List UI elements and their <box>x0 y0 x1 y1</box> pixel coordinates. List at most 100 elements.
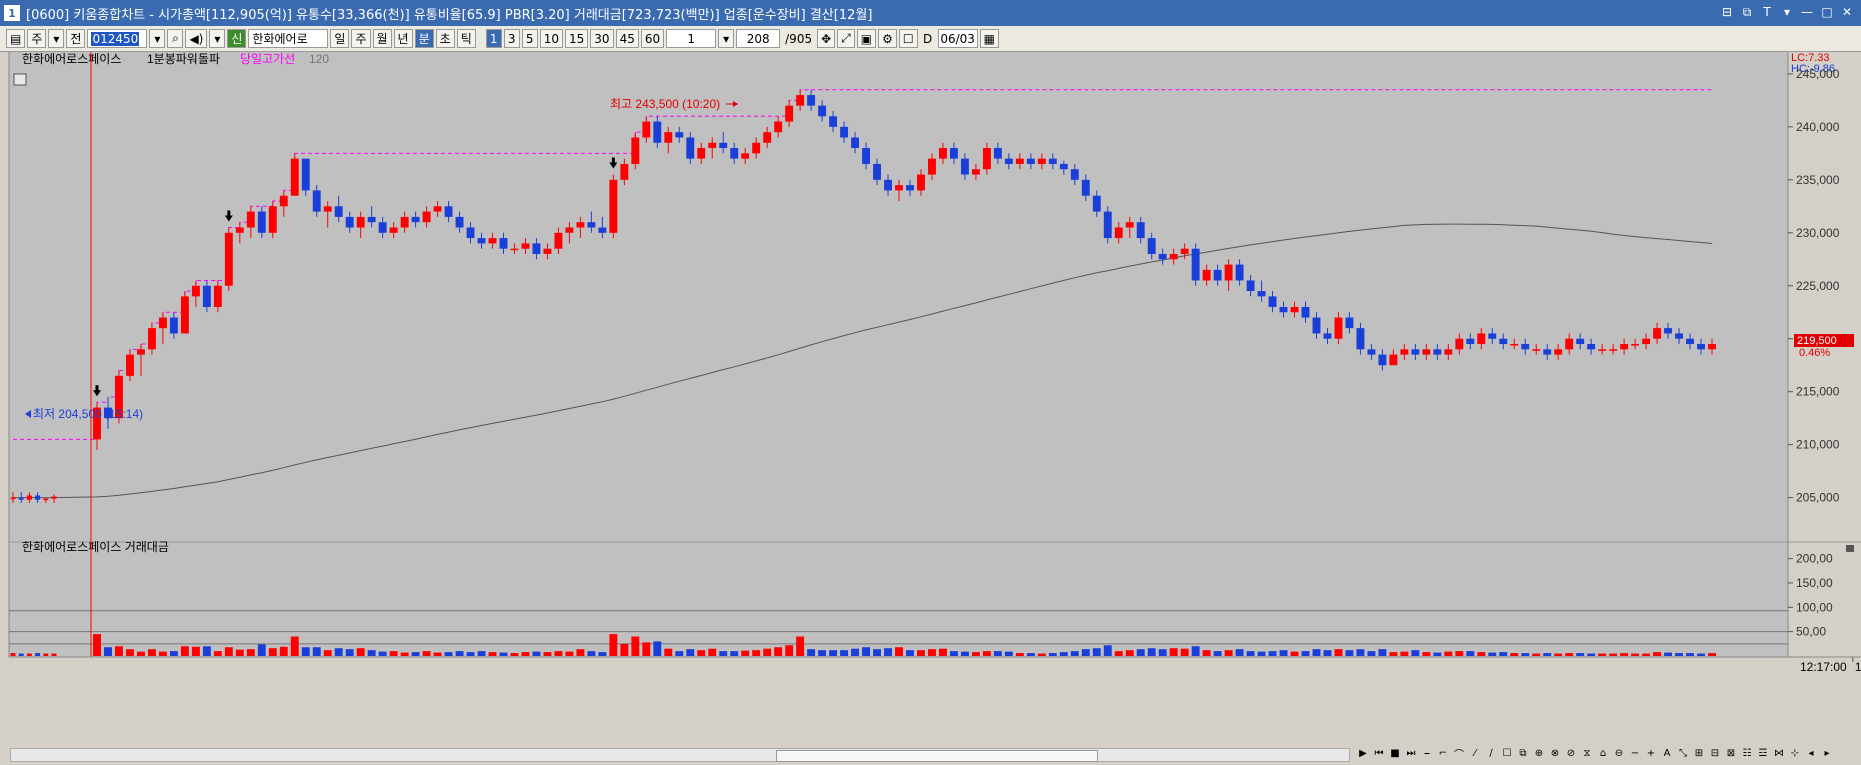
prev-day-candle <box>10 497 16 500</box>
tool-icon[interactable]: ∕ <box>1484 746 1498 761</box>
stock-name-field[interactable]: 한화에어로 <box>248 29 329 48</box>
price-candle <box>411 216 420 223</box>
search-icon[interactable]: ⌕ <box>167 29 184 48</box>
price-volume-bar <box>1213 651 1222 656</box>
interval-3[interactable]: 3 <box>503 29 520 48</box>
interval-10[interactable]: 10 <box>539 29 564 48</box>
price-volume-bar <box>1048 653 1057 656</box>
tool-icon[interactable]: ⊹ <box>1788 746 1802 761</box>
period-select[interactable]: 주 <box>27 29 47 48</box>
stock-code-input[interactable]: 012450 <box>87 29 148 48</box>
layout-icon[interactable]: ⊟ <box>1719 4 1735 20</box>
tool-icon[interactable]: ⊠ <box>1724 746 1738 761</box>
price-volume-bar <box>115 646 123 656</box>
tool-icon[interactable]: ⊘ <box>1564 746 1578 761</box>
plus-icon[interactable]: + <box>1644 746 1658 761</box>
crosshair-icon[interactable]: ✥ <box>817 29 836 48</box>
tool-icon[interactable]: ⌒ <box>1452 746 1466 761</box>
tool-icon[interactable]: ◂ <box>1804 746 1818 761</box>
tool-icon[interactable]: ⎯ <box>1420 746 1434 761</box>
scroll-thumb[interactable] <box>776 750 1098 762</box>
new-stock-badge[interactable]: 신 <box>227 29 247 48</box>
stop-icon[interactable]: ■ <box>1388 746 1402 761</box>
interval-5[interactable]: 5 <box>521 29 538 48</box>
interval-60[interactable]: 60 <box>640 29 665 48</box>
interval-input[interactable]: 1 <box>666 29 717 48</box>
text-tool-icon[interactable]: A <box>1660 746 1674 761</box>
interval-1[interactable]: 1 <box>485 29 502 48</box>
price-candle <box>949 148 958 159</box>
zoom-out-icon[interactable]: ⊖ <box>1612 746 1626 761</box>
tool-icon[interactable]: ⌐ <box>1436 746 1450 761</box>
d-checkbox[interactable]: ☐ <box>898 29 918 48</box>
save-icon[interactable]: ▣ <box>856 29 877 48</box>
tab-week[interactable]: 주 <box>351 29 371 48</box>
price-candle <box>268 206 277 233</box>
tab-tick[interactable]: 틱 <box>456 29 476 48</box>
price-candle <box>400 216 409 228</box>
chevron-down-icon[interactable]: ▾ <box>149 29 166 48</box>
play-icon[interactable]: ▶ <box>1356 746 1370 761</box>
date-input[interactable]: 06/03 <box>937 29 978 48</box>
close-button[interactable]: ✕ <box>1839 4 1855 20</box>
price-candle <box>1301 306 1310 318</box>
interval-15[interactable]: 15 <box>565 29 589 48</box>
zoom-icon[interactable]: ⤢ <box>837 29 855 48</box>
price-volume-bar <box>1356 649 1365 656</box>
tool-icon[interactable]: ⊗ <box>1548 746 1562 761</box>
fit-icon[interactable]: ⤡ <box>1676 746 1690 761</box>
maximize-button[interactable]: □ <box>1819 4 1835 20</box>
price-volume-bar <box>653 641 662 656</box>
tab-second[interactable]: 초 <box>435 29 455 48</box>
chevron-down-icon[interactable]: ▾ <box>718 29 735 48</box>
price-volume-bar <box>378 651 387 656</box>
tool-icon[interactable]: ⧉ <box>1516 746 1530 761</box>
tab-year[interactable]: 년 <box>393 29 413 48</box>
scroll-right-icon[interactable]: ▸ <box>1820 746 1834 761</box>
interval-30[interactable]: 30 <box>590 29 614 48</box>
price-candle <box>158 317 167 329</box>
tab-month[interactable]: 월 <box>372 29 392 48</box>
minimize-button[interactable]: — <box>1799 4 1815 20</box>
tool-icon[interactable]: ⊕ <box>1532 746 1546 761</box>
horizontal-scrollbar[interactable] <box>10 748 1350 762</box>
speaker-icon[interactable]: ◀) <box>185 29 208 48</box>
gear-icon[interactable]: ⚙ <box>878 29 897 48</box>
minus-icon[interactable]: − <box>1628 746 1642 761</box>
menu-down-icon[interactable]: ▾ <box>1779 4 1795 20</box>
chart-legend: 한화에어로스페이스 1분봉파워돌파 당일고가선 120 <box>22 52 329 66</box>
tool-icon[interactable]: ☷ <box>1740 746 1754 761</box>
chevron-down-icon[interactable]: ▾ <box>209 29 226 48</box>
chevron-down-icon[interactable]: ▾ <box>48 29 65 48</box>
price-volume-bar <box>1466 651 1475 656</box>
tool-icon[interactable]: ☐ <box>1500 746 1514 761</box>
price-candle <box>1411 349 1420 355</box>
first-icon[interactable]: ⏮ <box>1372 746 1386 761</box>
text-icon[interactable]: T <box>1759 4 1775 20</box>
tab-day[interactable]: 일 <box>330 29 350 48</box>
calendar-icon[interactable]: ▦ <box>979 29 999 48</box>
count-input[interactable]: 208 <box>736 29 781 48</box>
tab-minute[interactable]: 분 <box>414 29 434 48</box>
tool-icon[interactable]: ⊟ <box>1708 746 1722 761</box>
tool-icon[interactable]: ⧖ <box>1580 746 1594 761</box>
time-axis-right-label: 12:17:00 <box>1800 660 1847 674</box>
prev-select[interactable]: 전 <box>66 29 86 48</box>
tool-icon[interactable]: ☲ <box>1756 746 1770 761</box>
tool-icon[interactable]: ⋈ <box>1772 746 1786 761</box>
last-icon[interactable]: ⏭ <box>1404 746 1418 761</box>
grid-toggle-icon[interactable] <box>13 73 27 86</box>
price-volume-bar <box>906 650 914 656</box>
interval-45[interactable]: 45 <box>615 29 639 48</box>
clone-window-icon[interactable]: ⧉ <box>1739 4 1755 20</box>
tool-icon[interactable]: ⊞ <box>1692 746 1706 761</box>
tool-icon[interactable]: ⁄ <box>1468 746 1482 761</box>
tool-icon[interactable]: ⌂ <box>1596 746 1610 761</box>
price-volume-bar <box>1631 653 1640 656</box>
chart-area[interactable]: 한화에어로스페이스 1분봉파워돌파 당일고가선 120 한화에어로스페이스 거래… <box>0 52 1861 745</box>
panel-menu-icon[interactable] <box>1846 545 1854 552</box>
scroll-controls: ▶ ⏮ ■ ⏭ ⎯ ⌐ ⌒ ⁄ ∕ ☐ ⧉ ⊕ ⊗ ⊘ ⧖ ⌂ ⊖ − + A … <box>1356 746 1834 761</box>
price-candle <box>631 137 640 164</box>
price-candle <box>1048 158 1057 164</box>
chart-type-icon[interactable]: ▤ <box>6 29 26 48</box>
